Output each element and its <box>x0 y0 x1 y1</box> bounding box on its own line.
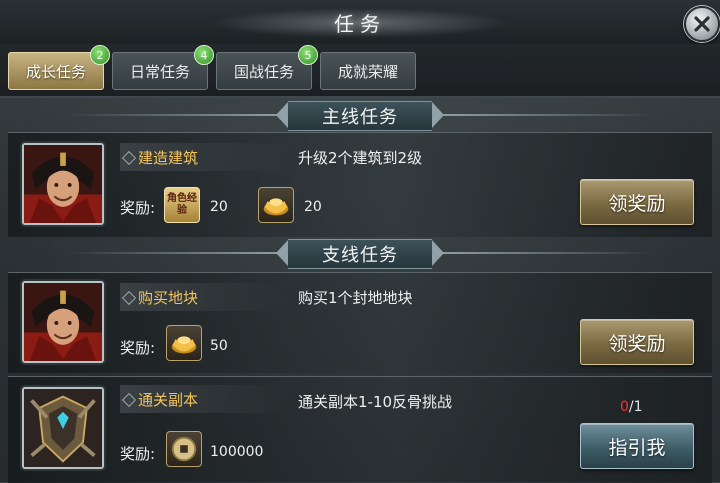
tab-badge: 5 <box>298 45 318 65</box>
reward-item <box>258 187 294 223</box>
close-icon <box>694 16 710 32</box>
reward-item <box>166 431 202 467</box>
title-bar: 任务 <box>0 0 720 45</box>
tab-label: 国战任务 <box>233 62 294 81</box>
warrior-portrait-icon <box>24 283 102 361</box>
quest-portrait <box>22 143 104 225</box>
tab-label: 日常任务 <box>129 62 190 81</box>
claim-reward-button[interactable]: 领奖励 <box>580 319 694 365</box>
quest-description: 购买1个封地地块 <box>298 289 413 307</box>
tab-badge: 4 <box>194 45 214 65</box>
section-side-header: 支线任务 <box>0 238 720 269</box>
reward-label: 奖励: <box>120 199 156 217</box>
quest-name: 通关副本 <box>138 391 199 409</box>
reward-value: 20 <box>304 199 322 215</box>
quest-name: 购买地块 <box>138 289 199 307</box>
divider <box>66 114 286 116</box>
reward-label: 奖励: <box>120 445 156 463</box>
tab-label: 成长任务 <box>25 62 86 81</box>
tab-achievement[interactable]: 成就荣耀 <box>320 52 416 90</box>
guide-me-button[interactable]: 指引我 <box>580 423 694 469</box>
warrior-portrait-icon <box>24 145 102 223</box>
quest-row: 通关副本 通关副本1-10反骨挑战 0/1 奖励: 100000 指引我 <box>8 376 712 483</box>
progress-current: 0 <box>620 399 629 415</box>
quest-portrait <box>22 387 104 469</box>
quest-row: 建造建筑 升级2个建筑到2级 奖励: 角色经验 20 20 领奖励 <box>8 132 712 237</box>
close-button[interactable] <box>684 6 720 42</box>
header-cap-right <box>432 240 444 266</box>
progress-total: /1 <box>628 399 643 415</box>
quest-description: 通关副本1-10反骨挑战 <box>298 393 453 411</box>
role-exp-icon-text: 角色经验 <box>167 193 197 216</box>
reward-label: 奖励: <box>120 339 156 357</box>
reward-item <box>166 325 202 361</box>
armor-crest-icon <box>24 389 102 467</box>
header-cap-right <box>432 102 444 128</box>
reward-value: 50 <box>210 338 228 354</box>
gold-ingot-icon <box>263 198 289 216</box>
copper-coin-icon <box>171 436 197 462</box>
quest-progress: 0/1 <box>620 399 643 415</box>
tab-label: 成就荣耀 <box>337 62 398 81</box>
header-cap-left <box>276 102 288 128</box>
header-cap-left <box>276 240 288 266</box>
quest-name: 建造建筑 <box>138 149 199 167</box>
reward-value: 100000 <box>210 444 264 460</box>
tab-badge: 2 <box>90 45 110 65</box>
quest-description: 升级2个建筑到2级 <box>298 149 423 167</box>
section-title: 主线任务 <box>288 101 432 131</box>
role-exp-icon: 角色经验 <box>164 187 200 223</box>
divider <box>66 252 286 254</box>
section-main-header: 主线任务 <box>0 100 720 131</box>
divider <box>434 114 654 116</box>
section-title: 支线任务 <box>288 239 432 269</box>
gold-ingot-icon <box>171 336 197 354</box>
reward-value: 20 <box>210 199 228 215</box>
quest-portrait <box>22 281 104 363</box>
window-title: 任务 <box>334 12 386 36</box>
divider <box>434 252 654 254</box>
quest-row: 购买地块 购买1个封地地块 奖励: 50 领奖励 <box>8 272 712 373</box>
claim-reward-button[interactable]: 领奖励 <box>580 179 694 225</box>
